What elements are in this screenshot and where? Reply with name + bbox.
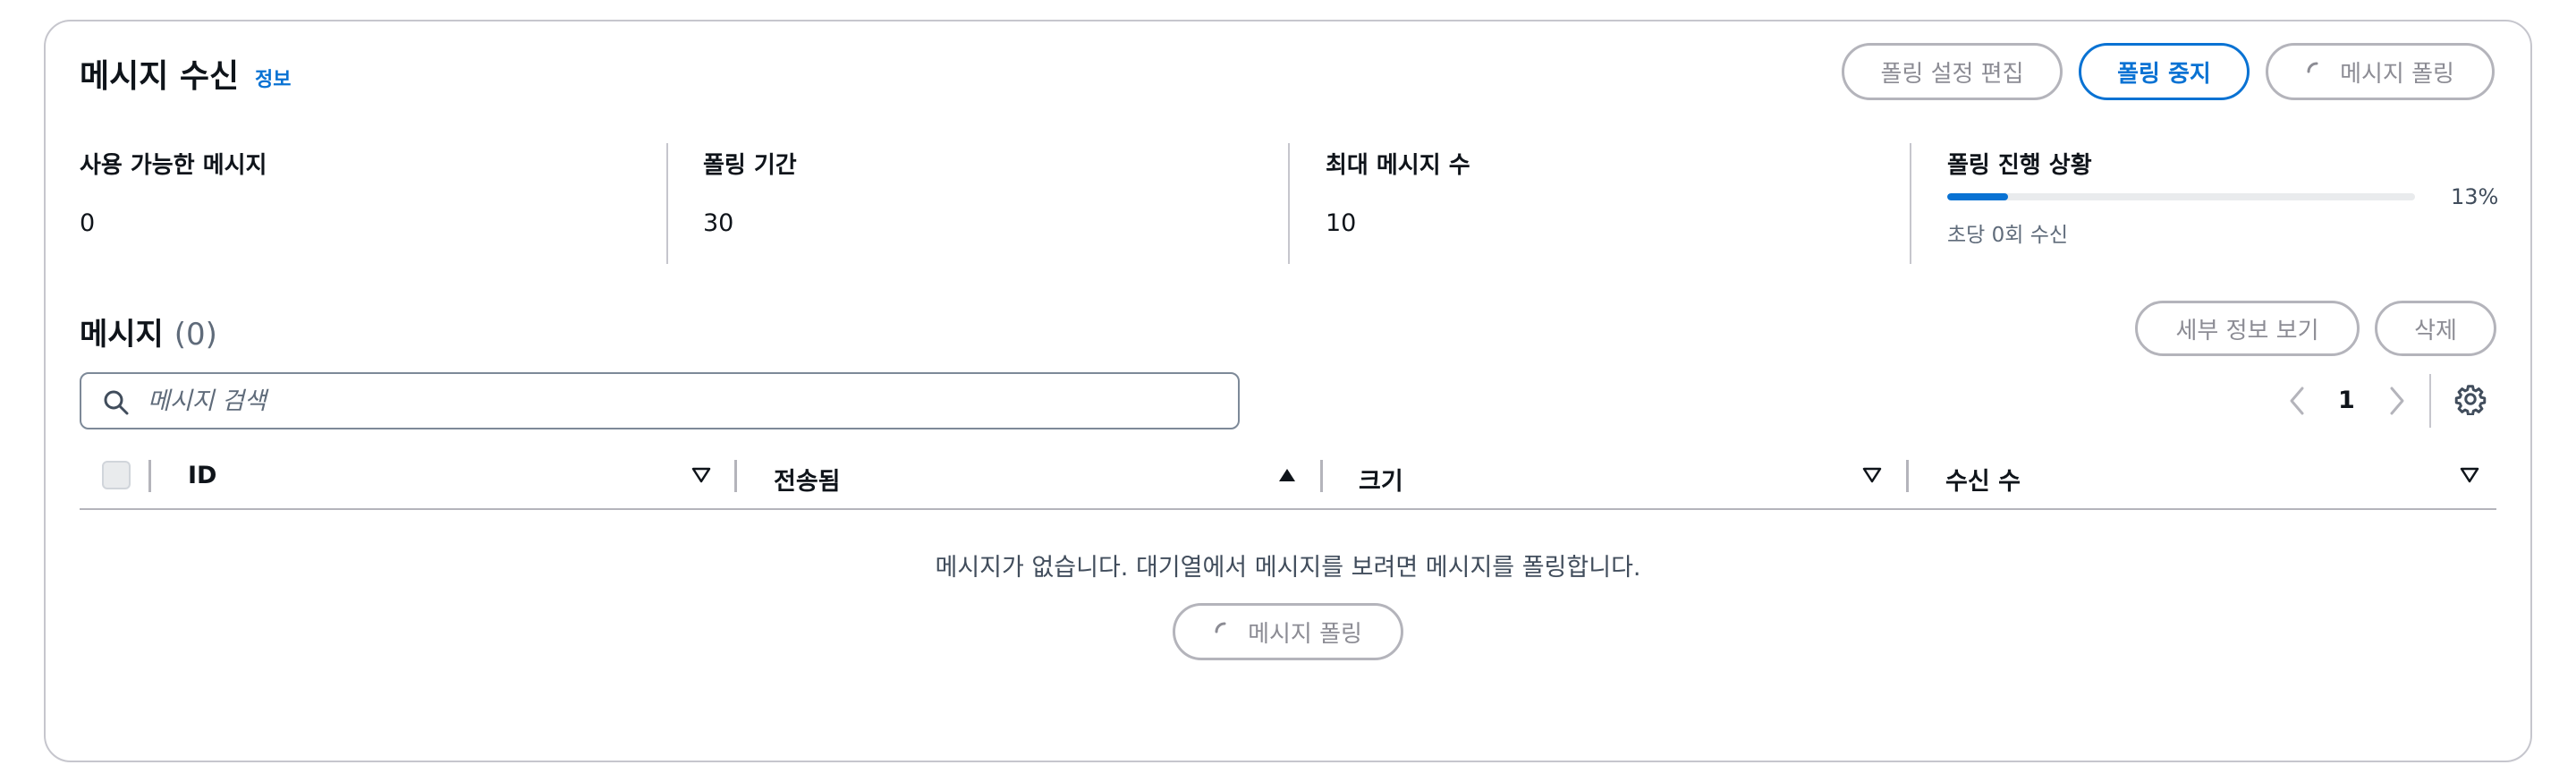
info-link[interactable]: 정보 — [255, 64, 291, 92]
messages-title: 메시지 (0) — [80, 310, 217, 353]
view-details-button[interactable]: 세부 정보 보기 — [2135, 301, 2360, 356]
loading-spinner-icon — [1215, 622, 1226, 633]
column-separator — [148, 460, 151, 492]
stat-divider — [666, 143, 668, 264]
polling-progress-label: 폴링 진행 상황 — [1947, 152, 2092, 179]
polling-progress-bar — [1947, 193, 2415, 200]
delete-button[interactable]: 삭제 — [2375, 301, 2496, 356]
column-header-receive-count[interactable]: 수신 수 — [1945, 462, 2021, 497]
message-search-box[interactable] — [80, 372, 1240, 429]
stat-divider — [1910, 143, 1911, 264]
chevron-left-icon[interactable] — [2286, 385, 2308, 417]
messages-title-text: 메시지 — [80, 317, 164, 353]
sort-down-icon[interactable] — [2460, 467, 2479, 483]
gear-icon[interactable] — [2454, 383, 2487, 415]
chevron-right-icon[interactable] — [2386, 385, 2408, 417]
view-details-label: 세부 정보 보기 — [2175, 317, 2319, 344]
edit-polling-settings-label: 폴링 설정 편집 — [1880, 60, 2024, 88]
stat-divider — [1288, 143, 1290, 264]
polling-duration-value: 30 — [703, 209, 734, 237]
search-icon — [104, 390, 129, 415]
empty-state-message: 메시지가 없습니다. 대기열에서 메시지를 보려면 메시지를 폴링합니다. — [935, 554, 1641, 582]
polling-progress-percent: 13% — [2451, 184, 2499, 209]
empty-state-poll-label: 메시지 폴링 — [1248, 620, 1362, 648]
max-messages-value: 10 — [1326, 209, 1357, 237]
poll-messages-label: 메시지 폴링 — [2340, 60, 2454, 88]
sort-up-icon[interactable] — [1277, 467, 1297, 483]
polling-progress-description: 초당 0회 수신 — [1947, 224, 2069, 247]
select-all-checkbox[interactable] — [102, 461, 131, 489]
poll-messages-button[interactable]: 메시지 폴링 — [2266, 43, 2495, 100]
message-search-input[interactable] — [148, 381, 1221, 421]
column-header-sent[interactable]: 전송됨 — [774, 462, 841, 497]
polling-duration-label: 폴링 기간 — [703, 152, 797, 179]
available-messages-value: 0 — [80, 209, 96, 237]
sort-down-icon[interactable] — [1862, 467, 1882, 483]
current-page-number[interactable]: 1 — [2338, 387, 2355, 414]
column-header-id[interactable]: ID — [188, 462, 216, 489]
loading-spinner-icon — [2307, 62, 2318, 73]
stop-polling-button[interactable]: 폴링 중지 — [2079, 43, 2250, 100]
polling-progress-fill — [1947, 193, 2008, 200]
panel-title: 메시지 수신 — [80, 58, 240, 95]
messages-count: (0) — [174, 317, 217, 353]
column-header-size[interactable]: 크기 — [1359, 462, 1403, 497]
edit-polling-settings-button[interactable]: 폴링 설정 편집 — [1842, 43, 2063, 100]
delete-label: 삭제 — [2414, 317, 2457, 344]
column-separator — [734, 460, 737, 492]
sort-down-icon[interactable] — [691, 467, 711, 483]
max-messages-label: 최대 메시지 수 — [1326, 152, 1470, 179]
column-separator — [1320, 460, 1323, 492]
pager-divider — [2429, 374, 2431, 428]
available-messages-label: 사용 가능한 메시지 — [80, 152, 267, 179]
empty-state-poll-button[interactable]: 메시지 폴링 — [1173, 603, 1403, 660]
column-separator — [1906, 460, 1909, 492]
stop-polling-label: 폴링 중지 — [2117, 60, 2211, 88]
table-header-rule — [80, 508, 2496, 510]
